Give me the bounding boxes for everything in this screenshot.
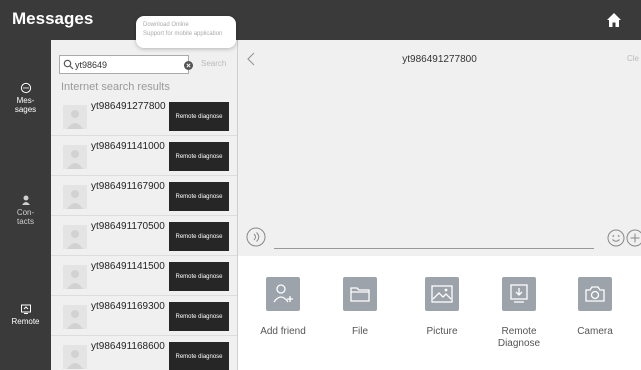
- tool-file[interactable]: File: [325, 277, 395, 338]
- result-row[interactable]: yt986491141000 Remote diagnose: [51, 137, 237, 176]
- app-window: Messages Mes- sages Con- tacts Remote yt…: [0, 0, 641, 370]
- remote-diagnose-button[interactable]: Remote diagnose: [169, 182, 229, 211]
- nav-item-messages[interactable]: Mes- sages: [0, 82, 51, 114]
- attachment-tools: Add friend File Picture Remote Diagnose …: [238, 256, 641, 370]
- contacts-icon: [21, 195, 30, 205]
- chat-header: yt986491277800 Cle: [238, 40, 641, 80]
- nav-item-contacts[interactable]: Con- tacts: [0, 194, 51, 226]
- result-row[interactable]: yt986491141500 Remote diagnose: [51, 257, 237, 296]
- tool-picture[interactable]: Picture: [407, 277, 477, 338]
- avatar-icon: [63, 145, 87, 169]
- remote-diagnose-button[interactable]: Remote diagnose: [169, 342, 229, 370]
- nav-label: Mes- sages: [14, 96, 37, 114]
- voice-icon[interactable]: [246, 227, 266, 247]
- chat-panel: yt986491277800 Cle Add friend File Pictu…: [238, 40, 641, 370]
- remote-diagnose-button[interactable]: Remote diagnose: [169, 302, 229, 331]
- search-button[interactable]: Search: [201, 59, 226, 68]
- folder-icon: [350, 287, 370, 302]
- remote-diagnose-button[interactable]: Remote diagnose: [169, 142, 229, 171]
- nav-label: Con- tacts: [16, 208, 35, 226]
- home-icon: [607, 13, 621, 27]
- popup-line: Download Online: [143, 22, 189, 28]
- search-box: [59, 55, 193, 74]
- avatar-icon: [63, 265, 87, 289]
- avatar-icon: [63, 225, 87, 249]
- home-button[interactable]: [605, 11, 623, 29]
- avatar-icon: [63, 105, 87, 129]
- tool-label: File: [351, 326, 369, 337]
- result-name: yt986491277800: [91, 101, 166, 112]
- nav-item-remote[interactable]: Remote: [0, 303, 51, 326]
- nav-label: Remote: [11, 317, 40, 326]
- search-input[interactable]: [75, 58, 165, 71]
- header-action[interactable]: Cle: [627, 54, 639, 63]
- avatar-icon: [63, 185, 87, 209]
- popup-line: Support for mobile application: [143, 31, 223, 37]
- contacts-panel: Search Internet search results yt9864912…: [51, 40, 238, 370]
- remote-icon: [20, 304, 31, 314]
- add-friend-icon: [273, 284, 293, 303]
- result-row[interactable]: yt986491277800 Remote diagnose: [51, 97, 237, 136]
- message-input[interactable]: [274, 248, 594, 249]
- app-title: Messages: [12, 9, 94, 28]
- remote-diagnose-button[interactable]: Remote diagnose: [169, 262, 229, 291]
- tool-label: Add friend: [260, 326, 306, 337]
- tool-label: Picture: [426, 326, 458, 337]
- picture-icon: [431, 285, 453, 303]
- search-icon: [63, 59, 74, 70]
- title-bar: Messages: [0, 0, 641, 40]
- message-input-bar: [238, 220, 641, 256]
- avatar-icon: [63, 305, 87, 329]
- result-name: yt986491141000: [91, 141, 165, 152]
- emoji-icon[interactable]: [607, 229, 625, 247]
- tool-add-friend[interactable]: Add friend: [248, 277, 318, 338]
- result-name: yt986491170500: [91, 221, 165, 232]
- chat-title: yt986491277800: [402, 54, 477, 65]
- result-name: yt986491168600: [91, 341, 165, 352]
- tool-camera[interactable]: Camera: [560, 277, 630, 338]
- clear-icon[interactable]: [184, 61, 193, 70]
- chat-icon: [20, 82, 31, 94]
- result-row[interactable]: yt986491167900 Remote diagnose: [51, 177, 237, 216]
- results-heading: Internet search results: [61, 81, 170, 93]
- remote-diagnose-icon: [510, 284, 528, 303]
- result-name: yt986491167900: [91, 181, 165, 192]
- result-row[interactable]: yt986491168600 Remote diagnose: [51, 337, 237, 370]
- tooltip-popup: Download Online Support for mobile appli…: [136, 16, 236, 48]
- remote-diagnose-button[interactable]: Remote diagnose: [169, 222, 229, 251]
- plus-icon[interactable]: [626, 229, 641, 247]
- remote-diagnose-button[interactable]: Remote diagnose: [169, 102, 229, 131]
- avatar-icon: [63, 345, 87, 369]
- result-name: yt986491169300: [91, 301, 165, 312]
- tool-label: Camera: [577, 326, 613, 337]
- camera-icon: [585, 286, 605, 302]
- result-row[interactable]: yt986491169300 Remote diagnose: [51, 297, 237, 336]
- tool-remote-diagnose[interactable]: Remote Diagnose: [484, 277, 554, 350]
- result-row[interactable]: yt986491170500 Remote diagnose: [51, 217, 237, 256]
- sidebar-nav: Mes- sages Con- tacts Remote: [0, 40, 51, 370]
- result-name: yt986491141500: [91, 261, 165, 272]
- tool-label: Remote Diagnose: [497, 326, 541, 349]
